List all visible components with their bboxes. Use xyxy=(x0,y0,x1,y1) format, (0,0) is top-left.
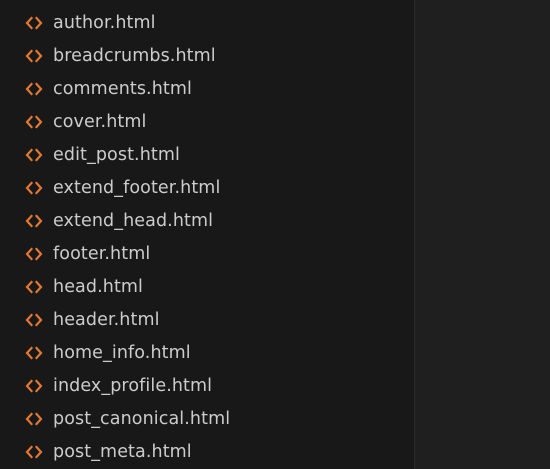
file-name-label: post_canonical.html xyxy=(53,409,231,429)
file-item[interactable]: head.html xyxy=(0,271,414,304)
file-tree: anchored_headings.html author.html breadcr… xyxy=(0,0,414,469)
file-name-label: extend_head.html xyxy=(53,211,214,231)
file-name-label: index_profile.html xyxy=(53,376,213,396)
file-item[interactable]: cover.html xyxy=(0,106,414,139)
file-name-label: cover.html xyxy=(53,112,147,132)
file-name-label: anchored_headings.html xyxy=(53,0,271,7)
file-item[interactable]: index_profile.html xyxy=(0,370,414,403)
file-item[interactable]: post_meta.html xyxy=(0,436,414,469)
file-name-label: breadcrumbs.html xyxy=(53,46,216,66)
file-name-label: post_meta.html xyxy=(53,442,192,462)
file-item[interactable]: author.html xyxy=(0,7,414,40)
file-name-label: home_info.html xyxy=(53,343,191,363)
html-code-icon xyxy=(25,213,43,229)
html-code-icon xyxy=(25,15,43,31)
file-name-label: comments.html xyxy=(53,79,192,99)
html-code-icon xyxy=(25,114,43,130)
file-item[interactable]: home_info.html xyxy=(0,337,414,370)
file-item[interactable]: header.html xyxy=(0,304,414,337)
file-name-label: extend_footer.html xyxy=(53,178,221,198)
html-code-icon xyxy=(25,81,43,97)
html-code-icon xyxy=(25,279,43,295)
file-item[interactable]: post_canonical.html xyxy=(0,403,414,436)
vscode-window: anchored_headings.html author.html breadcr… xyxy=(0,0,550,469)
file-name-label: header.html xyxy=(53,310,160,330)
html-code-icon xyxy=(25,246,43,262)
file-item[interactable]: extend_head.html xyxy=(0,205,414,238)
html-code-icon xyxy=(25,378,43,394)
html-code-icon xyxy=(25,48,43,64)
file-name-label: edit_post.html xyxy=(53,145,180,165)
file-item[interactable]: comments.html xyxy=(0,73,414,106)
file-item[interactable]: breadcrumbs.html xyxy=(0,40,414,73)
html-code-icon xyxy=(25,444,43,460)
html-code-icon xyxy=(25,411,43,427)
file-name-label: head.html xyxy=(53,277,144,297)
file-item[interactable]: footer.html xyxy=(0,238,414,271)
html-code-icon xyxy=(25,312,43,328)
explorer-panel: anchored_headings.html author.html breadcr… xyxy=(0,0,414,469)
file-item[interactable]: anchored_headings.html xyxy=(0,0,414,7)
editor-area xyxy=(415,0,550,469)
file-name-label: footer.html xyxy=(53,244,151,264)
html-code-icon xyxy=(25,147,43,163)
file-item[interactable]: extend_footer.html xyxy=(0,172,414,205)
file-name-label: author.html xyxy=(53,13,156,33)
html-code-icon xyxy=(25,345,43,361)
file-item[interactable]: edit_post.html xyxy=(0,139,414,172)
html-code-icon xyxy=(25,180,43,196)
